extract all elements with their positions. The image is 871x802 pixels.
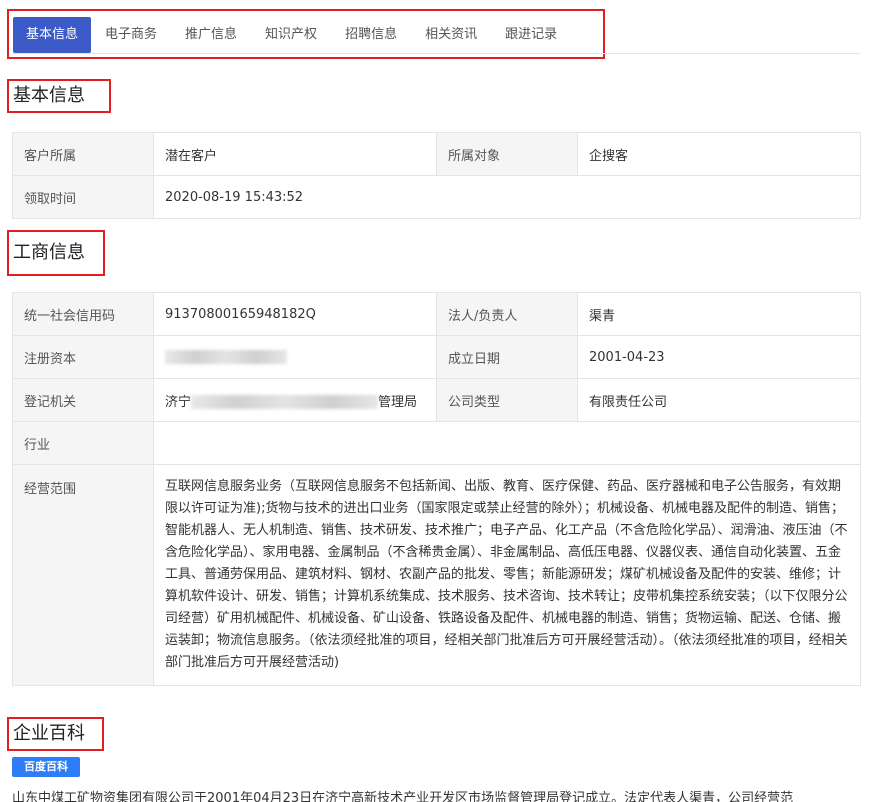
- tabs-divider: [12, 53, 860, 54]
- industry-value: [153, 421, 861, 465]
- reg-authority-prefix: 济宁: [165, 394, 192, 410]
- redacted-block: [191, 395, 379, 409]
- tab-ip[interactable]: 知识产权: [251, 17, 331, 53]
- legal-person-value: 渠青: [577, 292, 861, 336]
- legal-person-label: 法人/负责人: [436, 292, 578, 336]
- tab-basic-info[interactable]: 基本信息: [13, 17, 92, 53]
- industry-label: 行业: [12, 421, 154, 465]
- business-info-table: 统一社会信用码 91370800165948182Q 法人/负责人 渠青 注册资…: [12, 292, 861, 686]
- tab-bar: 基本信息 电子商务 推广信息 知识产权 招聘信息 相关资讯 跟进记录: [13, 17, 571, 53]
- customer-owner-value: 潜在客户: [153, 132, 437, 176]
- claim-time-value: 2020-08-19 15:43:52: [153, 175, 861, 219]
- tab-promotion[interactable]: 推广信息: [171, 17, 251, 53]
- reg-capital-label: 注册资本: [12, 335, 154, 379]
- owner-object-value: 企搜客: [577, 132, 861, 176]
- scope-value: 互联网信息服务业务（互联网信息服务不包括新闻、出版、教育、医疗保健、药品、医疗器…: [153, 464, 861, 686]
- reg-authority-value: 济宁 管理局: [153, 378, 437, 422]
- redacted-block: [165, 350, 287, 364]
- established-label: 成立日期: [436, 335, 578, 379]
- basic-info-table: 客户所属 潜在客户 所属对象 企搜客 领取时间 2020-08-19 15:43…: [12, 132, 861, 219]
- section-title-basic: 基本信息: [7, 79, 111, 113]
- established-value: 2001-04-23: [577, 335, 861, 379]
- customer-owner-label: 客户所属: [12, 132, 154, 176]
- tab-news[interactable]: 相关资讯: [411, 17, 491, 53]
- credit-code-label: 统一社会信用码: [12, 292, 154, 336]
- scope-label: 经营范围: [12, 464, 154, 686]
- company-type-value: 有限责任公司: [577, 378, 861, 422]
- section-title-business: 工商信息: [7, 230, 105, 276]
- tab-ecommerce[interactable]: 电子商务: [91, 17, 171, 53]
- tab-follow-up[interactable]: 跟进记录: [491, 17, 571, 53]
- encyclopedia-text: 山东中煤工矿物资集团有限公司于2001年04月23日在济宁高新技术产业开发区市场…: [12, 791, 794, 802]
- baidu-baike-badge[interactable]: 百度百科: [12, 757, 80, 777]
- credit-code-value: 91370800165948182Q: [153, 292, 437, 336]
- owner-object-label: 所属对象: [436, 132, 578, 176]
- reg-authority-label: 登记机关: [12, 378, 154, 422]
- section-title-encyclopedia: 企业百科: [7, 717, 104, 751]
- claim-time-label: 领取时间: [12, 175, 154, 219]
- company-type-label: 公司类型: [436, 378, 578, 422]
- reg-capital-value: [153, 335, 437, 379]
- reg-authority-suffix: 管理局: [378, 394, 418, 410]
- tab-recruitment[interactable]: 招聘信息: [331, 17, 411, 53]
